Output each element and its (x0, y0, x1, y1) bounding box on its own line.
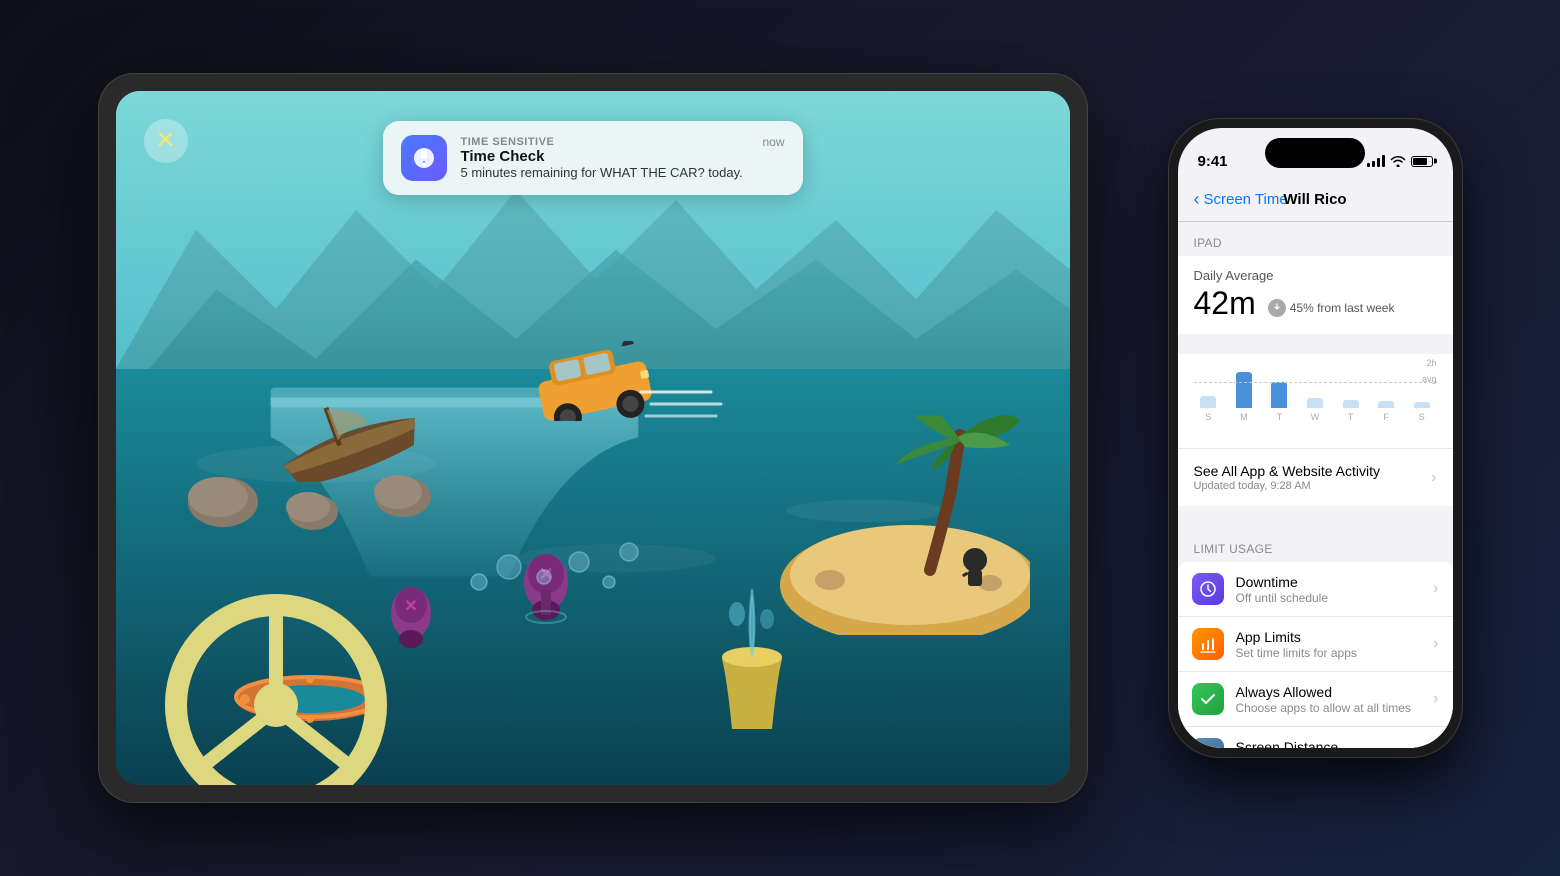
fountain-svg (702, 579, 802, 729)
app-limits-chevron-icon: › (1433, 635, 1438, 653)
always-allowed-icon (1192, 683, 1224, 715)
status-time: 9:41 (1198, 153, 1228, 170)
chart-area: 2h avg S M (1194, 362, 1437, 432)
steering-wheel-svg (156, 585, 396, 785)
bar-t1 (1271, 382, 1287, 408)
bar-col-s1: S (1194, 396, 1224, 422)
dynamic-island (1265, 138, 1365, 168)
back-label: Screen Time (1204, 191, 1288, 208)
screen-distance-icon (1192, 738, 1224, 748)
bar-chart: 2h avg S M (1178, 354, 1453, 448)
bar-label-f: F (1383, 412, 1389, 422)
downtime-chevron-icon: › (1433, 580, 1438, 598)
bar-s2 (1414, 402, 1430, 408)
always-allowed-title: Always Allowed (1236, 684, 1422, 700)
list-item-screen-distance[interactable]: Screen Distance Reduce eye strain › (1178, 727, 1453, 748)
bar-label-t1: T (1277, 412, 1283, 422)
notif-content: TIME SENSITIVE Time Check 5 minutes rema… (461, 136, 749, 180)
bar-col-s2: S (1407, 402, 1437, 422)
status-icons (1367, 155, 1433, 167)
bar-col-m: M (1229, 372, 1259, 422)
bubbles-svg (449, 512, 649, 612)
bar-col-t2: T (1336, 400, 1366, 422)
screen-distance-title: Screen Distance (1236, 739, 1422, 749)
downtime-title: Downtime (1236, 574, 1422, 590)
see-all-label: See All App & Website Activity (1194, 463, 1381, 479)
list-item-app-limits[interactable]: App Limits Set time limits for apps › (1178, 617, 1453, 672)
always-allowed-chevron-icon: › (1433, 690, 1438, 708)
bars-container: S M T W (1194, 362, 1437, 422)
chart-2h-label: 2h (1426, 358, 1436, 368)
nav-bar: ‹ Screen Time Will Rico (1178, 178, 1453, 222)
bar-label-t2: T (1348, 412, 1354, 422)
bar-col-f: F (1371, 401, 1401, 422)
limit-usage-header: LIMIT USAGE (1178, 528, 1453, 562)
avg-time: 42m (1194, 285, 1256, 322)
daily-avg-value: 42m 45% from last week (1194, 285, 1437, 322)
notification-banner: TIME SENSITIVE Time Check 5 minutes rema… (383, 121, 803, 195)
see-all-chevron-icon: › (1431, 469, 1436, 487)
close-icon: ✕ (155, 129, 175, 153)
list-item-downtime[interactable]: Downtime Off until schedule › (1178, 562, 1453, 617)
scene: ✕ ✕ (58, 33, 1503, 843)
ipad-screen: ✕ ✕ (116, 91, 1070, 785)
daily-avg-label: Daily Average (1194, 268, 1437, 283)
iphone-screen: 9:41 (1178, 128, 1453, 748)
change-text: 45% from last week (1290, 301, 1395, 315)
bar-label-w: W (1311, 412, 1320, 422)
app-limits-subtitle: Set time limits for apps (1236, 646, 1422, 660)
see-all-row[interactable]: See All App & Website Activity Updated t… (1178, 448, 1453, 506)
bar-col-t1: T (1265, 382, 1295, 422)
notif-time: now (762, 135, 784, 149)
bar-col-w: W (1300, 398, 1330, 422)
avg-line (1194, 382, 1437, 383)
notif-body: 5 minutes remaining for WHAT THE CAR? to… (461, 165, 749, 180)
see-all-sub: Updated today, 9:28 AM (1194, 480, 1381, 492)
nav-title: Will Rico (1283, 191, 1346, 208)
signal-icon (1367, 155, 1385, 167)
list-item-always-allowed[interactable]: Always Allowed Choose apps to allow at a… (1178, 672, 1453, 727)
back-chevron-icon: ‹ (1194, 189, 1200, 210)
screen-content: IPAD Daily Average 42m (1178, 222, 1453, 748)
daily-avg-change: 45% from last week (1268, 299, 1395, 317)
app-limits-title: App Limits (1236, 629, 1422, 645)
close-button[interactable]: ✕ (144, 119, 188, 163)
ship-svg (259, 382, 439, 482)
notif-title: Time Check (461, 148, 749, 165)
back-button[interactable]: ‹ Screen Time (1194, 189, 1288, 210)
ipad-device: ✕ ✕ (98, 73, 1088, 803)
bar-m (1236, 372, 1252, 408)
limit-usage-list: Downtime Off until schedule › (1178, 562, 1453, 748)
battery-icon (1411, 156, 1433, 167)
bar-t2 (1343, 400, 1359, 408)
screen-distance-chevron-icon: › (1433, 745, 1438, 748)
bar-label-s2: S (1419, 412, 1425, 422)
downtime-icon (1192, 573, 1224, 605)
notif-app-icon (401, 135, 447, 181)
avg-label: avg (1422, 374, 1437, 384)
bar-label-m: M (1240, 412, 1248, 422)
wifi-icon (1390, 155, 1406, 167)
motion-lines-svg (631, 382, 731, 432)
downtime-subtitle: Off until schedule (1236, 591, 1422, 605)
game-background: ✕ ✕ (116, 91, 1070, 785)
bar-f (1378, 401, 1394, 408)
app-limits-icon (1192, 628, 1224, 660)
iphone-device: 9:41 (1168, 118, 1463, 758)
bar-label-s1: S (1205, 412, 1211, 422)
ipad-section-header: IPAD (1178, 222, 1453, 256)
bar-s1 (1200, 396, 1216, 408)
notif-label: TIME SENSITIVE (461, 136, 749, 148)
change-icon (1268, 299, 1286, 317)
limit-usage-section: LIMIT USAGE Downtime (1178, 528, 1453, 748)
always-allowed-subtitle: Choose apps to allow at all times (1236, 701, 1422, 715)
svg-text:✕: ✕ (404, 598, 417, 615)
bar-w (1307, 398, 1323, 408)
daily-average-section: Daily Average 42m 45% from last week (1178, 256, 1453, 334)
